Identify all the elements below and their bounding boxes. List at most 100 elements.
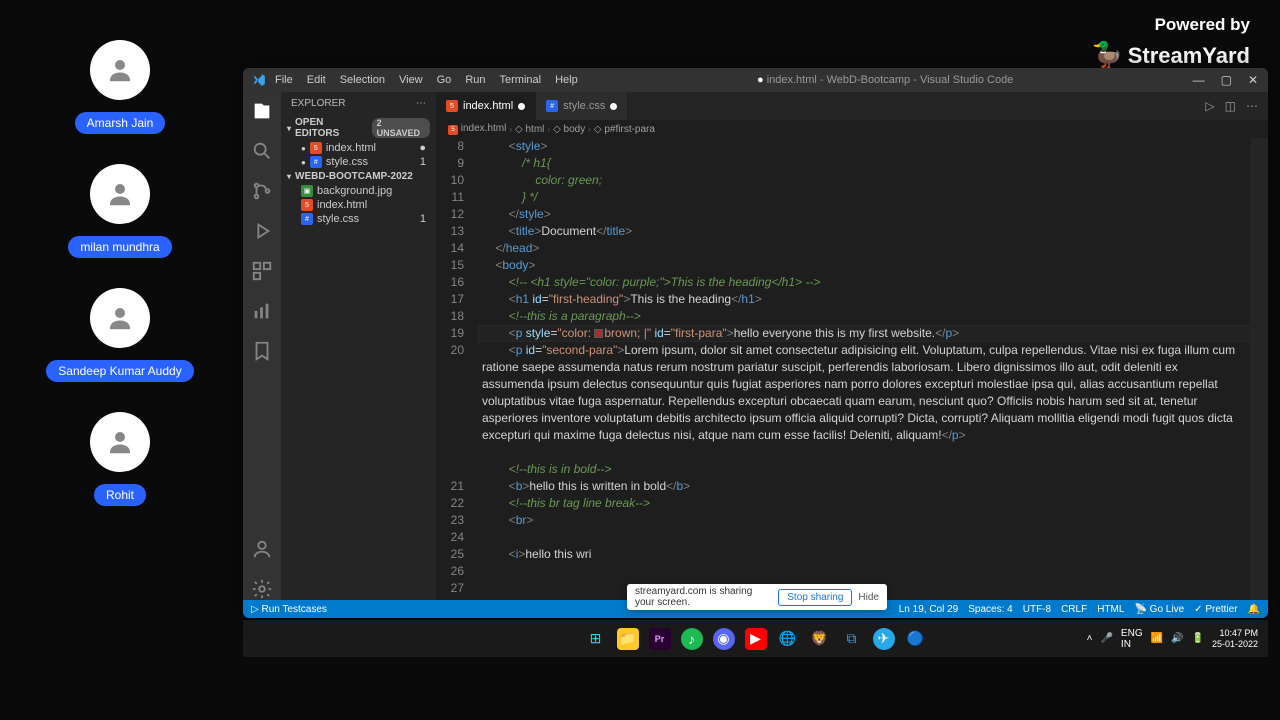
status-bell-icon[interactable]: 🔔 bbox=[1248, 604, 1260, 615]
tray-wifi-icon[interactable]: 📶 bbox=[1151, 633, 1163, 644]
windows-taskbar[interactable]: ⊞ 📁 Pr ♪ ◉ ▶ 🌐 🦁 ⧉ ✈ 🔵 ˄ 🎤 ENGIN 📶 🔊 🔋 1… bbox=[243, 619, 1268, 657]
search-icon[interactable] bbox=[251, 140, 273, 162]
avatar bbox=[90, 412, 150, 472]
window-controls[interactable]: — ▢ ✕ bbox=[1193, 73, 1258, 87]
project-files-list: ▣background.jpg5index.html#style.css1 bbox=[281, 184, 436, 226]
file-item[interactable]: #style.css1 bbox=[281, 212, 436, 226]
explorer-title: EXPLORER⋯ bbox=[281, 92, 436, 115]
status-prettier[interactable]: ✓ Prettier bbox=[1194, 604, 1237, 615]
menu-item[interactable]: File bbox=[275, 74, 293, 86]
breadcrumb-item[interactable]: ◇ html bbox=[515, 124, 544, 135]
minimap[interactable] bbox=[1250, 138, 1268, 600]
menu-item[interactable]: Terminal bbox=[500, 74, 542, 86]
title-bar[interactable]: File Edit Selection View Go Run Terminal Help ●… bbox=[243, 68, 1268, 92]
chrome-icon[interactable]: 🌐 bbox=[777, 628, 799, 650]
tray-chevron-icon[interactable]: ˄ bbox=[1087, 633, 1093, 644]
avatar bbox=[90, 288, 150, 348]
chart-icon[interactable] bbox=[251, 300, 273, 322]
split-icon[interactable]: ◫ bbox=[1225, 99, 1236, 113]
status-lncol[interactable]: Ln 19, Col 29 bbox=[899, 604, 959, 615]
file-item[interactable]: ● #style.css1 bbox=[281, 155, 436, 169]
share-message: streamyard.com is sharing your screen. bbox=[627, 586, 778, 608]
youtube-icon[interactable]: ▶ bbox=[745, 628, 767, 650]
code-lines[interactable]: <style> /* h1{ color: green; } */ </styl… bbox=[478, 138, 1268, 600]
breadcrumbs[interactable]: 5 index.html›◇ html›◇ body›◇ p#first-par… bbox=[436, 120, 1268, 138]
participant-name: milan mundhra bbox=[68, 236, 171, 258]
participant-name: Sandeep Kumar Auddy bbox=[46, 360, 193, 382]
streamyard-logo: 🦆 StreamYard bbox=[1091, 40, 1250, 71]
menu-item[interactable]: Edit bbox=[307, 74, 326, 86]
participant-list: Amarsh Jainmilan mundhraSandeep Kumar Au… bbox=[0, 40, 240, 536]
source-control-icon[interactable] bbox=[251, 180, 273, 202]
menu-item[interactable]: Run bbox=[465, 74, 485, 86]
app-icon[interactable]: 🔵 bbox=[905, 628, 927, 650]
close-icon[interactable]: ✕ bbox=[1248, 73, 1258, 87]
tray-mic-icon[interactable]: 🎤 bbox=[1100, 633, 1112, 644]
duck-icon: 🦆 bbox=[1091, 40, 1123, 71]
file-item[interactable]: ▣background.jpg bbox=[281, 184, 436, 198]
start-icon[interactable]: ⊞ bbox=[585, 628, 607, 650]
explorer-icon[interactable] bbox=[251, 100, 273, 122]
maximize-icon[interactable]: ▢ bbox=[1221, 73, 1232, 87]
avatar bbox=[90, 40, 150, 100]
breadcrumb-item[interactable]: ◇ p#first-para bbox=[594, 124, 655, 135]
open-editors-section[interactable]: OPEN EDITORS 2 UNSAVED bbox=[281, 115, 436, 141]
screen-share-bar: streamyard.com is sharing your screen. S… bbox=[627, 584, 887, 610]
menu-item[interactable]: Help bbox=[555, 74, 578, 86]
vscode-taskbar-icon[interactable]: ⧉ bbox=[841, 628, 863, 650]
window-title: ● index.html - WebD-Bootcamp - Visual St… bbox=[578, 74, 1193, 86]
status-golive[interactable]: 📡 Go Live bbox=[1134, 604, 1184, 615]
status-eol[interactable]: CRLF bbox=[1061, 604, 1087, 615]
line-numbers: 89101112131415161718192021222324252627 bbox=[436, 138, 478, 600]
breadcrumb-item[interactable]: 5 index.html bbox=[448, 123, 506, 135]
stop-sharing-button[interactable]: Stop sharing bbox=[778, 589, 852, 606]
run-icon[interactable]: ▷ bbox=[1205, 99, 1214, 113]
breadcrumb-item[interactable]: ◇ body bbox=[553, 124, 585, 135]
system-tray[interactable]: ˄ 🎤 ENGIN 📶 🔊 🔋 10:47 PM 25-01-2022 bbox=[1087, 628, 1258, 650]
status-lang[interactable]: HTML bbox=[1097, 604, 1124, 615]
file-item[interactable]: ● 5index.html● bbox=[281, 141, 436, 155]
vscode-window: File Edit Selection View Go Run Terminal Help ●… bbox=[243, 68, 1268, 618]
taskbar-icons: ⊞ 📁 Pr ♪ ◉ ▶ 🌐 🦁 ⧉ ✈ 🔵 bbox=[585, 628, 927, 650]
settings-icon[interactable] bbox=[251, 578, 273, 600]
run-testcases-button[interactable]: ▷ Run Testcases bbox=[251, 604, 327, 615]
participant-name: Rohit bbox=[94, 484, 146, 506]
branding: Powered by 🦆 StreamYard bbox=[1091, 15, 1250, 71]
brave-icon[interactable]: 🦁 bbox=[809, 628, 831, 650]
spotify-icon[interactable]: ♪ bbox=[681, 628, 703, 650]
menu-item[interactable]: View bbox=[399, 74, 423, 86]
vscode-icon bbox=[249, 70, 269, 90]
premiere-icon[interactable]: Pr bbox=[649, 628, 671, 650]
tray-battery-icon[interactable]: 🔋 bbox=[1192, 633, 1204, 644]
editor-tab[interactable]: #style.css bbox=[536, 92, 628, 120]
unsaved-badge: 2 UNSAVED bbox=[372, 118, 430, 138]
tray-clock[interactable]: 10:47 PM 25-01-2022 bbox=[1212, 628, 1258, 650]
explorer-sidebar: EXPLORER⋯ OPEN EDITORS 2 UNSAVED ● 5inde… bbox=[281, 92, 436, 600]
menu-item[interactable]: Go bbox=[437, 74, 452, 86]
discord-icon[interactable]: ◉ bbox=[713, 628, 735, 650]
editor-tab[interactable]: 5index.html bbox=[436, 92, 536, 120]
minimize-icon[interactable]: — bbox=[1193, 73, 1205, 87]
menu-bar: File Edit Selection View Go Run Terminal Help bbox=[275, 74, 578, 86]
editor-area: 5index.html#style.css ▷ ◫ ⋯ 5 index.html… bbox=[436, 92, 1268, 600]
more-tab-icon[interactable]: ⋯ bbox=[1246, 99, 1258, 113]
telegram-icon[interactable]: ✈ bbox=[873, 628, 895, 650]
explorer-taskbar-icon[interactable]: 📁 bbox=[617, 628, 639, 650]
menu-item[interactable]: Selection bbox=[340, 74, 385, 86]
status-spaces[interactable]: Spaces: 4 bbox=[968, 604, 1012, 615]
streamyard-name: StreamYard bbox=[1128, 43, 1250, 69]
status-encoding[interactable]: UTF-8 bbox=[1023, 604, 1051, 615]
project-section[interactable]: WEBD-BOOTCAMP-2022 bbox=[281, 169, 436, 184]
bookmark-icon[interactable] bbox=[251, 340, 273, 362]
account-icon[interactable] bbox=[251, 538, 273, 560]
hide-button[interactable]: Hide bbox=[858, 592, 879, 603]
code-editor[interactable]: 89101112131415161718192021222324252627 <… bbox=[436, 138, 1268, 600]
extensions-icon[interactable] bbox=[251, 260, 273, 282]
more-icon[interactable]: ⋯ bbox=[416, 98, 426, 109]
debug-icon[interactable] bbox=[251, 220, 273, 242]
file-item[interactable]: 5index.html bbox=[281, 198, 436, 212]
open-editors-list: ● 5index.html●● #style.css1 bbox=[281, 141, 436, 169]
tray-lang[interactable]: ENGIN bbox=[1121, 628, 1143, 650]
avatar bbox=[90, 164, 150, 224]
tray-volume-icon[interactable]: 🔊 bbox=[1171, 633, 1183, 644]
